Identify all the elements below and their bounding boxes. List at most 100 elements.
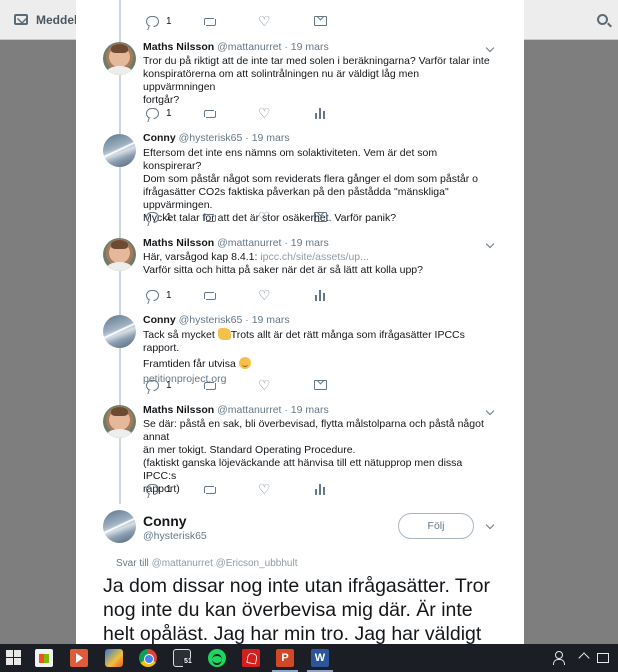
analytics-button[interactable] (314, 482, 326, 496)
follow-button[interactable]: Följ (398, 513, 474, 539)
retweet-icon (202, 380, 217, 391)
tweet-maths-1[interactable]: Maths Nilsson @mattanurret · 19 mars Tro… (76, 36, 524, 130)
chrome-icon[interactable] (139, 649, 157, 667)
reply-button[interactable]: 1 (146, 106, 172, 120)
author-handle[interactable]: @hysterisk65 (179, 132, 243, 144)
tweet-text-line: Eftersom det inte ens nämns om solaktivi… (143, 147, 438, 172)
like-button[interactable]: ♡ (258, 482, 271, 496)
author-name[interactable]: Maths Nilsson (143, 41, 214, 53)
author-handle[interactable]: @hysterisk65 (179, 314, 243, 326)
reply-icon (146, 15, 159, 27)
reply-button[interactable]: 1 (146, 14, 172, 28)
reply-button[interactable]: 1 (146, 288, 172, 302)
paint-icon[interactable] (105, 649, 123, 667)
tweet-actions: 1 ♡ (146, 378, 406, 392)
retweet-icon (202, 212, 217, 223)
retweet-button[interactable] (202, 482, 217, 496)
tweet-date[interactable]: · 19 mars (284, 41, 328, 53)
message-button[interactable] (314, 210, 327, 224)
envelope-icon (314, 212, 327, 222)
powerpoint-icon[interactable]: P (276, 649, 294, 667)
analytics-icon (314, 483, 326, 495)
retweet-button[interactable] (202, 288, 217, 302)
network-icon[interactable] (597, 653, 609, 663)
like-button[interactable]: ♡ (258, 106, 271, 120)
store-icon[interactable] (35, 649, 53, 667)
acrobat-icon[interactable] (242, 649, 260, 667)
tweet-text-line: (faktiskt ganska löjeväckande att hänvis… (143, 457, 463, 482)
avatar[interactable] (103, 134, 136, 167)
envelope-icon (314, 380, 327, 390)
tweet-conny-2[interactable]: Conny @hysterisk65 · 19 mars Tack så myc… (76, 312, 524, 396)
main-tweet-avatar[interactable] (103, 510, 136, 543)
tweet-date[interactable]: · 19 mars (245, 132, 289, 144)
avatar[interactable] (103, 42, 136, 75)
reply-button[interactable]: 1 (146, 482, 172, 496)
heart-icon: ♡ (258, 209, 271, 225)
retweet-button[interactable] (202, 378, 217, 392)
retweet-icon (202, 108, 217, 119)
tweet-actions: 1 ♡ (146, 14, 406, 28)
tweet-date[interactable]: · 19 mars (284, 404, 328, 416)
analytics-button[interactable] (314, 106, 326, 120)
word-icon[interactable]: W (311, 649, 329, 667)
tweet-text-part: Tack så mycket (143, 329, 218, 341)
search-icon[interactable] (597, 14, 608, 25)
author-handle[interactable]: @mattanurret (217, 404, 281, 416)
reply-icon (146, 289, 159, 301)
retweet-icon (202, 290, 217, 301)
main-tweet-author-handle[interactable]: @hysterisk65 (143, 530, 207, 542)
tweet-link[interactable]: ipcc.ch/site/assets/up... (260, 251, 369, 263)
people-icon[interactable] (553, 651, 565, 665)
tweet-actions: 1 ♡ (146, 482, 406, 496)
chevron-up-icon[interactable] (578, 652, 590, 664)
chevron-down-icon[interactable] (485, 241, 495, 251)
tweet-header: Maths Nilsson @mattanurret · 19 mars (143, 41, 329, 53)
message-button[interactable] (314, 14, 327, 28)
like-button[interactable]: ♡ (258, 378, 271, 392)
tweet-thread-panel: 1 ♡ Maths Nilsson @mattanurret · 19 mars… (76, 0, 524, 644)
main-tweet-author-name[interactable]: Conny (143, 513, 187, 529)
tweet-previous[interactable]: 1 ♡ (76, 0, 524, 34)
envelope-icon (314, 16, 327, 26)
tweet-header: Conny @hysterisk65 · 19 mars (143, 314, 290, 326)
author-name[interactable]: Conny (143, 314, 176, 326)
message-button[interactable] (314, 378, 327, 392)
retweet-button[interactable] (202, 210, 217, 224)
reply-to-users[interactable]: @mattanurret @Ericson_ubbhult (152, 558, 298, 569)
tweet-text: Här, varsågod kap 8.4.1: ipcc.ch/site/as… (143, 251, 493, 277)
chevron-down-icon[interactable] (485, 522, 495, 532)
tweet-text-line: Framtiden får utvisa (143, 357, 493, 371)
author-name[interactable]: Maths Nilsson (143, 237, 214, 249)
tweet-conny-1[interactable]: Conny @hysterisk65 · 19 mars Eftersom de… (76, 130, 524, 230)
chevron-down-icon[interactable] (485, 45, 495, 55)
avatar[interactable] (103, 315, 136, 348)
reply-button[interactable]: 1 (146, 210, 172, 224)
chevron-down-icon[interactable] (485, 408, 495, 418)
author-handle[interactable]: @mattanurret (217, 237, 281, 249)
start-button-icon[interactable] (6, 650, 21, 665)
tweet-header: Maths Nilsson @mattanurret · 19 mars (143, 404, 329, 416)
author-handle[interactable]: @mattanurret (217, 41, 281, 53)
camera-badge: 51 (183, 658, 201, 672)
like-button[interactable]: ♡ (258, 14, 271, 28)
windows-taskbar: 51 P W (0, 644, 618, 672)
retweet-button[interactable] (202, 106, 217, 120)
avatar[interactable] (103, 238, 136, 271)
tweet-date[interactable]: · 19 mars (284, 237, 328, 249)
tweet-maths-3[interactable]: Maths Nilsson @mattanurret · 19 mars Se … (76, 402, 524, 502)
avatar[interactable] (103, 405, 136, 438)
author-name[interactable]: Maths Nilsson (143, 404, 214, 416)
author-name[interactable]: Conny (143, 132, 176, 144)
like-button[interactable]: ♡ (258, 288, 271, 302)
messages-icon[interactable] (14, 14, 28, 25)
reply-button[interactable]: 1 (146, 378, 172, 392)
analytics-icon (314, 107, 326, 119)
retweet-button[interactable] (202, 14, 217, 28)
media-player-icon[interactable] (70, 649, 88, 667)
analytics-button[interactable] (314, 288, 326, 302)
like-button[interactable]: ♡ (258, 210, 271, 224)
spotify-icon[interactable] (208, 649, 226, 667)
tweet-date[interactable]: · 19 mars (245, 314, 289, 326)
tweet-maths-2[interactable]: Maths Nilsson @mattanurret · 19 mars Här… (76, 235, 524, 307)
